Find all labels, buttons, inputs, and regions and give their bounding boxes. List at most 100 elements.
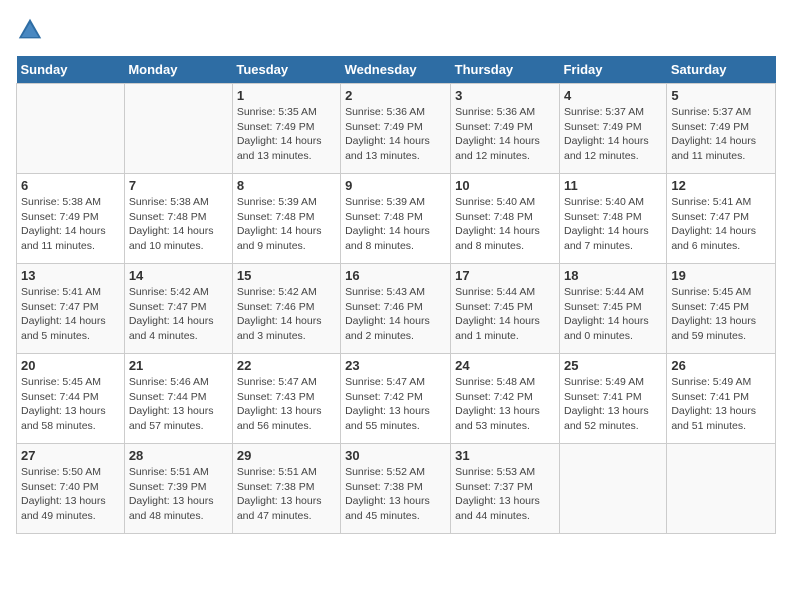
day-info: Sunrise: 5:48 AM Sunset: 7:42 PM Dayligh… <box>455 375 555 434</box>
day-number: 22 <box>237 358 336 373</box>
logo <box>16 16 46 44</box>
day-info: Sunrise: 5:45 AM Sunset: 7:45 PM Dayligh… <box>671 285 771 344</box>
calendar-cell: 16 Sunrise: 5:43 AM Sunset: 7:46 PM Dayli… <box>341 264 451 354</box>
day-number: 16 <box>345 268 446 283</box>
day-info: Sunrise: 5:42 AM Sunset: 7:46 PM Dayligh… <box>237 285 336 344</box>
calendar-cell: 1Sunrise: 5:35 AM Sunset: 7:49 PM Daylig… <box>232 84 340 174</box>
calendar-cell: 6 Sunrise: 5:38 AM Sunset: 7:49 PM Daylig… <box>17 174 125 264</box>
day-info: Sunrise: 5:43 AM Sunset: 7:46 PM Dayligh… <box>345 285 446 344</box>
calendar-week-1: 1Sunrise: 5:35 AM Sunset: 7:49 PM Daylig… <box>17 84 776 174</box>
calendar-cell: 19 Sunrise: 5:45 AM Sunset: 7:45 PM Dayli… <box>667 264 776 354</box>
day-info: Sunrise: 5:39 AM Sunset: 7:48 PM Dayligh… <box>237 195 336 254</box>
calendar-cell: 27 Sunrise: 5:50 AM Sunset: 7:40 PM Dayli… <box>17 444 125 534</box>
calendar-cell: 13 Sunrise: 5:41 AM Sunset: 7:47 PM Dayli… <box>17 264 125 354</box>
day-number: 6 <box>21 178 120 193</box>
calendar-cell: 31 Sunrise: 5:53 AM Sunset: 7:37 PM Dayli… <box>451 444 560 534</box>
day-header-friday: Friday <box>559 56 666 84</box>
day-number: 4 <box>564 88 662 103</box>
day-number: 3 <box>455 88 555 103</box>
calendar-cell: 21 Sunrise: 5:46 AM Sunset: 7:44 PM Dayli… <box>124 354 232 444</box>
day-info: Sunrise: 5:49 AM Sunset: 7:41 PM Dayligh… <box>671 375 771 434</box>
calendar-table: SundayMondayTuesdayWednesdayThursdayFrid… <box>16 56 776 534</box>
day-info: Sunrise: 5:53 AM Sunset: 7:37 PM Dayligh… <box>455 465 555 524</box>
day-number: 14 <box>129 268 228 283</box>
calendar-cell: 14 Sunrise: 5:42 AM Sunset: 7:47 PM Dayli… <box>124 264 232 354</box>
calendar-cell: 12 Sunrise: 5:41 AM Sunset: 7:47 PM Dayli… <box>667 174 776 264</box>
calendar-cell: 11 Sunrise: 5:40 AM Sunset: 7:48 PM Dayli… <box>559 174 666 264</box>
day-info: Sunrise: 5:46 AM Sunset: 7:44 PM Dayligh… <box>129 375 228 434</box>
calendar-week-3: 13 Sunrise: 5:41 AM Sunset: 7:47 PM Dayli… <box>17 264 776 354</box>
day-number: 25 <box>564 358 662 373</box>
day-info: Sunrise: 5:47 AM Sunset: 7:42 PM Dayligh… <box>345 375 446 434</box>
page-header <box>16 16 776 44</box>
calendar-week-4: 20 Sunrise: 5:45 AM Sunset: 7:44 PM Dayli… <box>17 354 776 444</box>
day-number: 31 <box>455 448 555 463</box>
day-number: 5 <box>671 88 771 103</box>
day-info: Sunrise: 5:36 AM Sunset: 7:49 PM Dayligh… <box>455 105 555 164</box>
day-number: 29 <box>237 448 336 463</box>
day-info: Sunrise: 5:50 AM Sunset: 7:40 PM Dayligh… <box>21 465 120 524</box>
day-number: 13 <box>21 268 120 283</box>
calendar-cell: 9 Sunrise: 5:39 AM Sunset: 7:48 PM Daylig… <box>341 174 451 264</box>
calendar-cell: 10Sunrise: 5:40 AM Sunset: 7:48 PM Dayli… <box>451 174 560 264</box>
day-header-wednesday: Wednesday <box>341 56 451 84</box>
day-number: 10 <box>455 178 555 193</box>
calendar-cell: 26 Sunrise: 5:49 AM Sunset: 7:41 PM Dayli… <box>667 354 776 444</box>
day-info: Sunrise: 5:41 AM Sunset: 7:47 PM Dayligh… <box>21 285 120 344</box>
day-number: 7 <box>129 178 228 193</box>
day-info: Sunrise: 5:47 AM Sunset: 7:43 PM Dayligh… <box>237 375 336 434</box>
day-info: Sunrise: 5:44 AM Sunset: 7:45 PM Dayligh… <box>564 285 662 344</box>
day-number: 8 <box>237 178 336 193</box>
day-number: 30 <box>345 448 446 463</box>
day-info: Sunrise: 5:45 AM Sunset: 7:44 PM Dayligh… <box>21 375 120 434</box>
day-info: Sunrise: 5:38 AM Sunset: 7:49 PM Dayligh… <box>21 195 120 254</box>
calendar-cell: 17 Sunrise: 5:44 AM Sunset: 7:45 PM Dayli… <box>451 264 560 354</box>
calendar-week-5: 27 Sunrise: 5:50 AM Sunset: 7:40 PM Dayli… <box>17 444 776 534</box>
day-number: 17 <box>455 268 555 283</box>
calendar-cell: 5 Sunrise: 5:37 AM Sunset: 7:49 PM Daylig… <box>667 84 776 174</box>
day-header-thursday: Thursday <box>451 56 560 84</box>
day-info: Sunrise: 5:51 AM Sunset: 7:38 PM Dayligh… <box>237 465 336 524</box>
calendar-cell: 28 Sunrise: 5:51 AM Sunset: 7:39 PM Dayli… <box>124 444 232 534</box>
logo-icon <box>16 16 44 44</box>
day-info: Sunrise: 5:42 AM Sunset: 7:47 PM Dayligh… <box>129 285 228 344</box>
day-number: 2 <box>345 88 446 103</box>
day-info: Sunrise: 5:44 AM Sunset: 7:45 PM Dayligh… <box>455 285 555 344</box>
day-header-tuesday: Tuesday <box>232 56 340 84</box>
day-number: 28 <box>129 448 228 463</box>
day-number: 26 <box>671 358 771 373</box>
day-info: Sunrise: 5:37 AM Sunset: 7:49 PM Dayligh… <box>671 105 771 164</box>
day-number: 18 <box>564 268 662 283</box>
day-info: Sunrise: 5:51 AM Sunset: 7:39 PM Dayligh… <box>129 465 228 524</box>
calendar-cell: 29 Sunrise: 5:51 AM Sunset: 7:38 PM Dayli… <box>232 444 340 534</box>
day-info: Sunrise: 5:40 AM Sunset: 7:48 PM Dayligh… <box>564 195 662 254</box>
day-number: 12 <box>671 178 771 193</box>
calendar-cell: 25 Sunrise: 5:49 AM Sunset: 7:41 PM Dayli… <box>559 354 666 444</box>
day-info: Sunrise: 5:41 AM Sunset: 7:47 PM Dayligh… <box>671 195 771 254</box>
calendar-cell <box>124 84 232 174</box>
calendar-cell: 23Sunrise: 5:47 AM Sunset: 7:42 PM Dayli… <box>341 354 451 444</box>
day-number: 1 <box>237 88 336 103</box>
calendar-cell: 3 Sunrise: 5:36 AM Sunset: 7:49 PM Daylig… <box>451 84 560 174</box>
day-number: 11 <box>564 178 662 193</box>
day-number: 21 <box>129 358 228 373</box>
calendar-cell: 20 Sunrise: 5:45 AM Sunset: 7:44 PM Dayli… <box>17 354 125 444</box>
day-info: Sunrise: 5:52 AM Sunset: 7:38 PM Dayligh… <box>345 465 446 524</box>
day-number: 15 <box>237 268 336 283</box>
day-info: Sunrise: 5:37 AM Sunset: 7:49 PM Dayligh… <box>564 105 662 164</box>
calendar-cell: 30 Sunrise: 5:52 AM Sunset: 7:38 PM Dayli… <box>341 444 451 534</box>
calendar-cell <box>667 444 776 534</box>
calendar-header-row: SundayMondayTuesdayWednesdayThursdayFrid… <box>17 56 776 84</box>
day-info: Sunrise: 5:49 AM Sunset: 7:41 PM Dayligh… <box>564 375 662 434</box>
calendar-cell: 15 Sunrise: 5:42 AM Sunset: 7:46 PM Dayli… <box>232 264 340 354</box>
day-number: 9 <box>345 178 446 193</box>
day-header-saturday: Saturday <box>667 56 776 84</box>
calendar-cell <box>17 84 125 174</box>
day-number: 20 <box>21 358 120 373</box>
calendar-cell: 2Sunrise: 5:36 AM Sunset: 7:49 PM Daylig… <box>341 84 451 174</box>
day-info: Sunrise: 5:39 AM Sunset: 7:48 PM Dayligh… <box>345 195 446 254</box>
day-number: 19 <box>671 268 771 283</box>
day-number: 27 <box>21 448 120 463</box>
calendar-cell <box>559 444 666 534</box>
calendar-cell: 7Sunrise: 5:38 AM Sunset: 7:48 PM Daylig… <box>124 174 232 264</box>
